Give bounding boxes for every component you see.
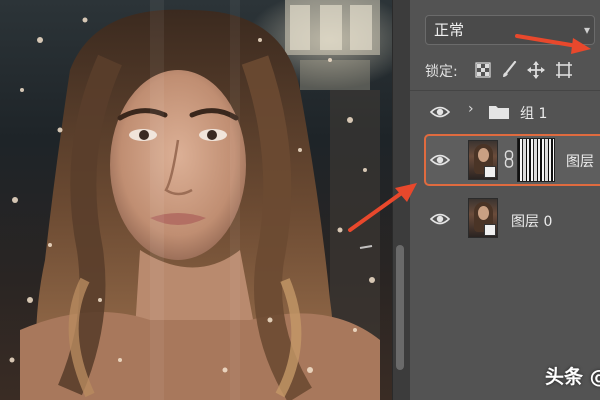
- brush-lock-icon[interactable]: [501, 61, 517, 79]
- eye-icon[interactable]: [430, 105, 450, 119]
- annotation-arrow-blend: [515, 34, 591, 54]
- layer-name: 图层: [566, 154, 594, 170]
- layer-row-group-1[interactable]: › 组 1: [410, 90, 600, 134]
- layer-mask-thumbnail[interactable]: [517, 138, 555, 182]
- eye-icon[interactable]: [430, 153, 450, 167]
- watermark: 头条 @: [545, 366, 600, 388]
- annotation-arrow-layer: [348, 183, 417, 232]
- canvas-scrollbar-thumb[interactable]: [396, 245, 404, 370]
- layer-row-selected[interactable]: 图层: [410, 134, 600, 186]
- move-lock-icon[interactable]: [527, 61, 545, 79]
- lock-label: 锁定:: [425, 64, 458, 80]
- portrait-photo: [9, 0, 380, 400]
- layer-name: 图层 0: [511, 214, 553, 230]
- layer-thumbnail: [468, 198, 498, 238]
- document-canvas[interactable]: [0, 0, 392, 400]
- eye-icon[interactable]: [430, 212, 450, 226]
- link-chain-icon[interactable]: [504, 150, 514, 168]
- blend-mode-value: 正常: [434, 21, 465, 39]
- artboard-lock-icon[interactable]: [555, 61, 573, 79]
- layer-name: 组 1: [520, 106, 548, 122]
- folder-icon: [489, 106, 509, 119]
- transparency-lock-icon[interactable]: [475, 62, 491, 78]
- layer-thumbnail: [468, 140, 498, 180]
- chevron-right-icon[interactable]: ›: [468, 101, 474, 117]
- lock-row: 锁定:: [425, 60, 572, 84]
- layer-row-layer-0[interactable]: 图层 0: [410, 192, 600, 244]
- layers-panel: 正常 ▾ 锁定: › 组 1 图层 图层 0: [410, 0, 600, 400]
